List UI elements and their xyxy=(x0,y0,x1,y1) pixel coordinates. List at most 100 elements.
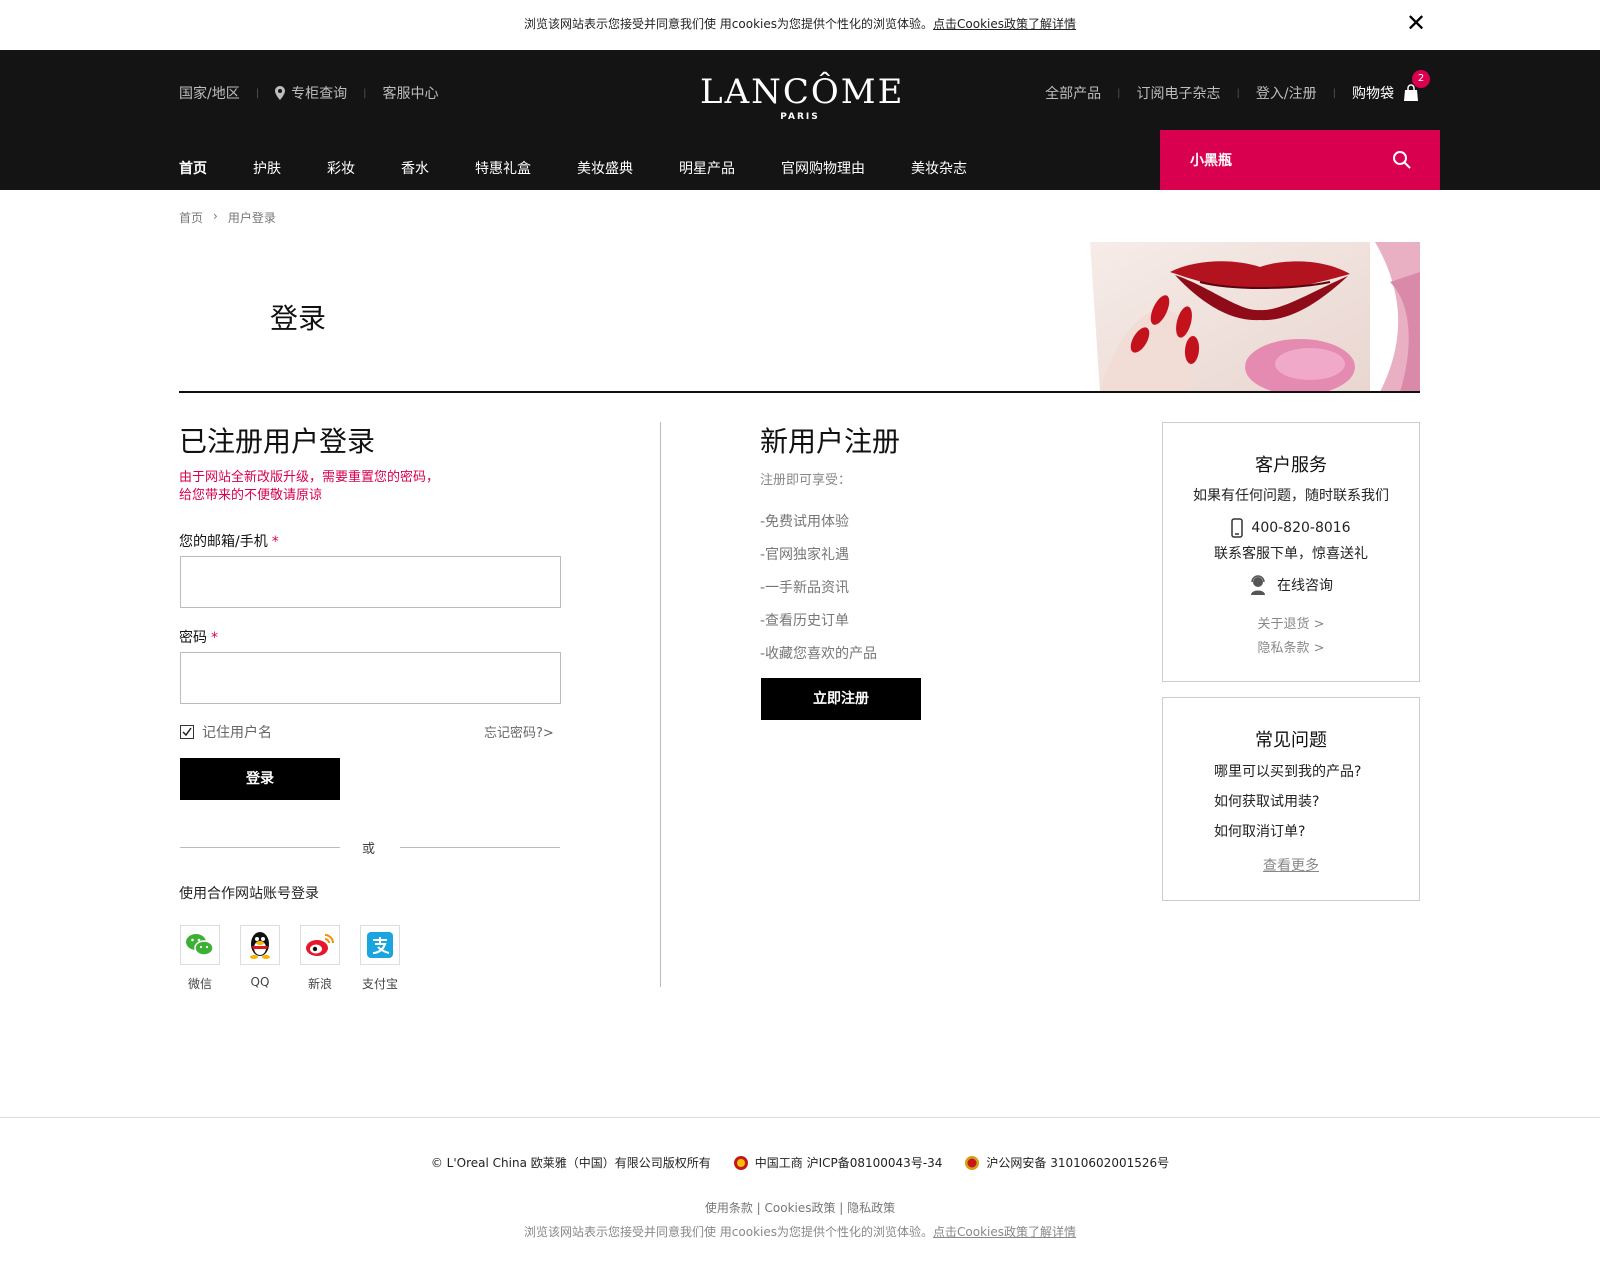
close-icon[interactable]: ✕ xyxy=(1403,10,1429,36)
or-label: 或 xyxy=(362,842,376,857)
divider: | xyxy=(1117,87,1121,99)
cart-count-badge: 2 xyxy=(1412,70,1430,88)
qq-label: QQ xyxy=(250,975,270,989)
remember-label: 记住用户名 xyxy=(202,725,272,741)
nav-item-home[interactable]: 首页 xyxy=(179,158,207,182)
or-divider-left xyxy=(180,847,340,848)
customer-service-panel: 客户服务 如果有任何问题，随时联系我们 400-820-8016 联系客服下单，… xyxy=(1162,422,1420,682)
qq-icon[interactable] xyxy=(240,925,280,965)
online-chat-label: 在线咨询 xyxy=(1277,578,1333,594)
qq-login[interactable]: QQ xyxy=(240,925,280,989)
search-icon[interactable] xyxy=(1392,150,1412,170)
password-label-text: 密码 xyxy=(179,630,207,646)
remember-checkbox[interactable] xyxy=(180,725,194,739)
logo-subtitle: PARIS xyxy=(780,112,820,122)
email-label: 您的邮箱/手机 * xyxy=(179,531,279,551)
partner-login-label: 使用合作网站账号登录 xyxy=(179,886,319,902)
password-field[interactable] xyxy=(180,652,561,704)
faq-item[interactable]: 如何获取试用装? xyxy=(1214,791,1319,811)
utility-nav-left: 国家/地区 | 专柜查询 | 客服中心 xyxy=(179,83,438,103)
site-footer: © L'Oreal China 欧莱雅（中国）有限公司版权所有 中国工商 沪IC… xyxy=(0,1117,1600,1272)
faq-panel: 常见问题 哪里可以买到我的产品? 如何获取试用装? 如何取消订单? 查看更多 xyxy=(1162,697,1420,901)
alipay-label: 支付宝 xyxy=(361,977,398,991)
notice-line-2: 给您带来的不便敬请原谅 xyxy=(179,488,323,503)
benefit-item: -查看历史订单 xyxy=(760,613,850,629)
police-badge-icon xyxy=(965,1155,980,1170)
weibo-icon[interactable] xyxy=(300,925,340,965)
cookie-bar: 浏览该网站表示您接受并同意我们使 用cookies为您提供个性化的浏览体验。点击… xyxy=(0,0,1600,50)
nav-item-skincare[interactable]: 护肤 xyxy=(253,158,281,182)
email-label-text: 您的邮箱/手机 xyxy=(179,534,268,550)
cookie-message: 浏览该网站表示您接受并同意我们使 用cookies为您提供个性化的浏览体验。点击… xyxy=(0,15,1600,32)
column-divider xyxy=(660,422,661,987)
nav-item-star-products[interactable]: 明星产品 xyxy=(679,158,735,182)
breadcrumb-separator: › xyxy=(213,209,218,223)
nav-item-magazine[interactable]: 美妆杂志 xyxy=(911,158,967,182)
store-locator-link[interactable]: 专柜查询 xyxy=(291,83,347,103)
notice-line-1: 由于网站全新改版升级，需要重置您的密码， xyxy=(179,470,440,485)
benefit-item: -免费试用体验 xyxy=(760,514,850,530)
nav-item-beauty-gala[interactable]: 美妆盛典 xyxy=(577,158,633,182)
footer-links[interactable]: 使用条款 | Cookies政策 | 隐私政策 xyxy=(0,1199,1600,1216)
banner-divider xyxy=(179,391,1420,393)
alipay-login[interactable]: 支付宝 xyxy=(360,925,400,992)
footer-legal: © L'Oreal China 欧莱雅（中国）有限公司版权所有 中国工商 沪IC… xyxy=(0,1154,1600,1171)
wechat-login[interactable]: 微信 xyxy=(180,925,220,992)
faq-item[interactable]: 如何取消订单? xyxy=(1214,821,1305,841)
nav-item-gift-sets[interactable]: 特惠礼盒 xyxy=(475,158,531,182)
nav-item-fragrance[interactable]: 香水 xyxy=(401,158,429,182)
lancome-logo[interactable]: LANCÔME PARIS xyxy=(700,72,902,122)
register-subtitle: 注册即可享受： xyxy=(760,473,852,488)
main-nav: 首页 护肤 彩妆 香水 特惠礼盒 美妆盛典 明星产品 官网购物理由 美妆杂志 xyxy=(179,158,1013,182)
weibo-login[interactable]: 新浪 xyxy=(300,925,340,992)
register-button[interactable]: 立即注册 xyxy=(761,678,921,720)
site-header: 国家/地区 | 专柜查询 | 客服中心 LANCÔME PARIS 全部产品 |… xyxy=(0,50,1600,190)
customer-service-link[interactable]: 客服中心 xyxy=(382,83,438,103)
banner-image xyxy=(1080,242,1420,392)
footer-cookie-note: 浏览该网站表示您接受并同意我们使 用cookies为您提供个性化的浏览体验。点击… xyxy=(0,1223,1600,1240)
breadcrumb-current: 用户登录 xyxy=(227,211,276,225)
service-phone: 400-820-8016 xyxy=(1163,518,1419,538)
email-field[interactable] xyxy=(180,556,561,608)
forgot-password-link[interactable]: 忘记密码?> xyxy=(484,722,554,741)
remember-username: 记住用户名 xyxy=(180,722,272,742)
divider: | xyxy=(255,87,260,99)
login-button[interactable]: 登录 xyxy=(180,758,340,800)
password-reset-notice: 由于网站全新改版升级，需要重置您的密码， 给您带来的不便敬请原谅 xyxy=(179,469,439,505)
required-mark: * xyxy=(211,630,218,646)
faq-more-link[interactable]: 查看更多 xyxy=(1163,855,1419,875)
online-chat[interactable]: 在线咨询 xyxy=(1163,575,1419,595)
password-label: 密码 * xyxy=(179,627,218,647)
icp-record[interactable]: 中国工商 沪ICP备08100043号-34 xyxy=(733,1154,942,1171)
footer-cookie-link[interactable]: 点击Cookies政策了解详情 xyxy=(933,1225,1076,1239)
all-products-link[interactable]: 全部产品 xyxy=(1045,83,1101,103)
business-license-icon xyxy=(733,1155,748,1170)
alipay-icon[interactable] xyxy=(360,925,400,965)
mobile-phone-icon xyxy=(1231,518,1244,538)
nav-item-makeup[interactable]: 彩妆 xyxy=(327,158,355,182)
shopping-bag-icon[interactable]: 2 xyxy=(1402,70,1430,102)
wechat-glyph xyxy=(186,934,214,956)
phone-number[interactable]: 400-820-8016 xyxy=(1251,520,1350,536)
search-input[interactable]: 小黑瓶 xyxy=(1190,150,1232,170)
country-region-link[interactable]: 国家/地区 xyxy=(179,83,240,103)
benefit-item: -一手新品资讯 xyxy=(760,580,850,596)
wechat-icon[interactable] xyxy=(180,925,220,965)
weibo-glyph xyxy=(306,934,334,956)
privacy-link[interactable]: 隐私条款 > xyxy=(1163,637,1419,656)
login-title: 已注册用户登录 xyxy=(179,425,376,458)
required-mark: * xyxy=(271,534,279,550)
footer-note-text: 浏览该网站表示您接受并同意我们使 用cookies为您提供个性化的浏览体验。 xyxy=(523,1225,934,1239)
nav-item-why-shop[interactable]: 官网购物理由 xyxy=(781,158,865,182)
cookie-text: 浏览该网站表示您接受并同意我们使 用cookies为您提供个性化的浏览体验。 xyxy=(523,17,934,31)
alipay-glyph xyxy=(367,932,393,958)
login-register-link[interactable]: 登入/注册 xyxy=(1256,83,1317,103)
shopping-bag-link[interactable]: 购物袋 xyxy=(1352,83,1394,103)
police-record[interactable]: 沪公网安备 31010602001526号 xyxy=(964,1154,1169,1171)
returns-link[interactable]: 关于退货 > xyxy=(1163,613,1419,632)
divider: | xyxy=(1236,87,1240,99)
cookie-policy-link[interactable]: 点击Cookies政策了解详情 xyxy=(933,17,1076,31)
newsletter-link[interactable]: 订阅电子杂志 xyxy=(1137,83,1221,103)
breadcrumb-home[interactable]: 首页 xyxy=(179,209,203,226)
faq-item[interactable]: 哪里可以买到我的产品? xyxy=(1214,761,1361,781)
